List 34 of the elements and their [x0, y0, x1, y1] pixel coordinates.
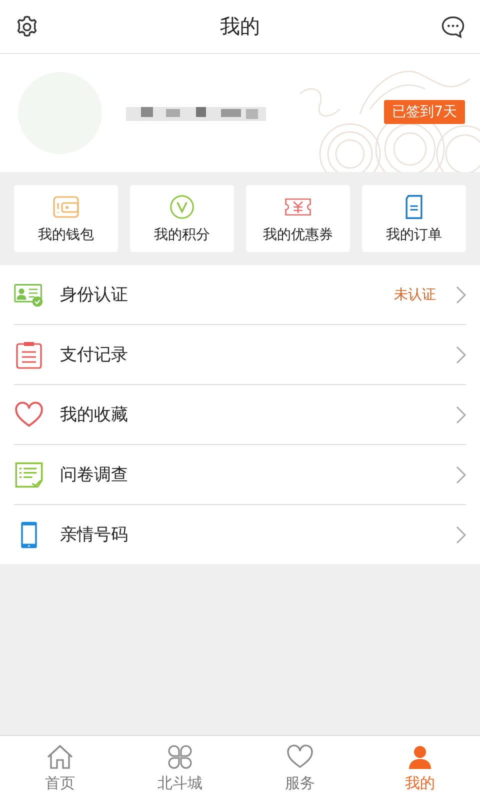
menu-item[interactable]: 我的收藏	[14, 385, 466, 445]
shortcut-tile[interactable]: 我的订单	[362, 185, 466, 252]
menu-item[interactable]: 支付记录	[14, 325, 466, 385]
person-icon	[406, 744, 434, 770]
menu-label: 身份认证	[60, 284, 129, 306]
shortcut-tile[interactable]: 我的积分	[130, 185, 234, 252]
page-title: 我的	[220, 13, 260, 40]
v-points-icon	[168, 194, 196, 220]
menu-label: 支付记录	[60, 344, 129, 366]
menu-item[interactable]: 问卷调查	[14, 445, 466, 505]
chevron-icon	[456, 526, 466, 544]
tab[interactable]: 首页	[0, 736, 120, 800]
chat-icon[interactable]	[440, 14, 466, 40]
menu-label: 问卷调查	[60, 464, 129, 486]
wallet-icon	[52, 194, 80, 220]
chevron-icon	[456, 346, 466, 364]
tab[interactable]: 北斗城	[120, 736, 240, 800]
heart-icon	[14, 400, 44, 428]
shortcut-tile[interactable]: 我的优惠券	[246, 185, 350, 252]
clipboard-icon	[14, 340, 44, 368]
chevron-icon	[456, 466, 466, 484]
status-text: 未认证	[394, 286, 436, 304]
heart-icon	[286, 744, 314, 770]
chevron-icon	[456, 406, 466, 424]
clover-icon	[166, 744, 194, 770]
menu-label: 亲情号码	[60, 524, 129, 546]
tab[interactable]: 服务	[240, 736, 360, 800]
chevron-icon	[456, 286, 466, 304]
shortcut-tile[interactable]: 我的钱包	[14, 185, 118, 252]
menu-item[interactable]: 亲情号码	[14, 505, 466, 564]
home-icon	[46, 744, 74, 770]
menu-label: 我的收藏	[60, 404, 129, 426]
checklist-icon	[14, 460, 44, 488]
menu-item[interactable]: 身份认证 未认证	[14, 265, 466, 325]
